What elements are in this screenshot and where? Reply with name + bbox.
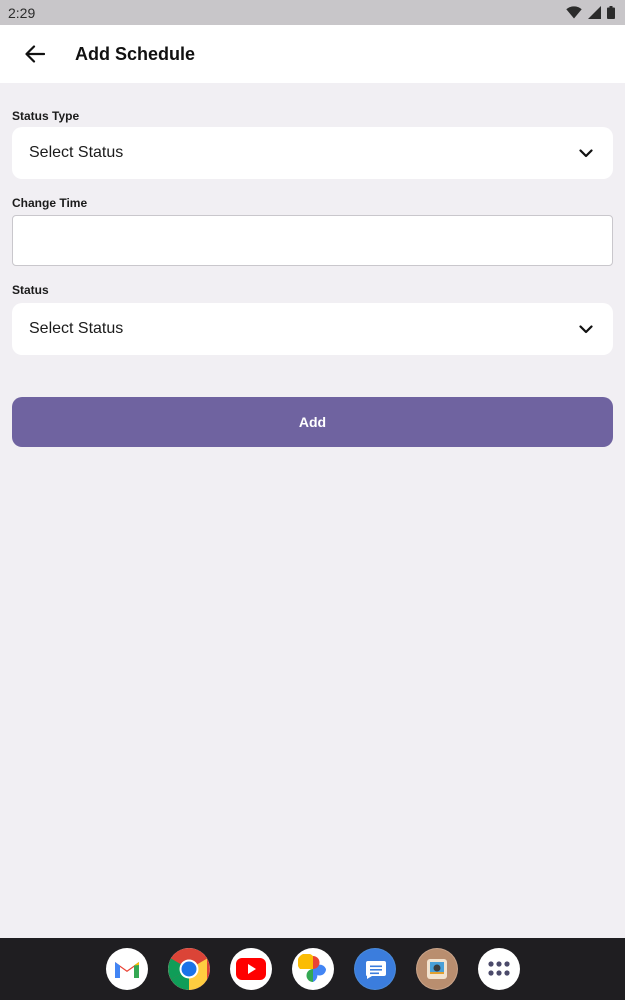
status-type-label: Status Type bbox=[12, 109, 80, 123]
add-button[interactable]: Add bbox=[12, 397, 613, 447]
chevron-down-icon bbox=[579, 324, 593, 333]
change-time-input[interactable] bbox=[12, 215, 613, 266]
status-label: Status bbox=[12, 283, 49, 297]
page-title: Add Schedule bbox=[75, 43, 196, 64]
chrome-icon[interactable] bbox=[167, 948, 210, 990]
status-type-select[interactable]: Select Status bbox=[12, 127, 613, 179]
arrow-left-icon bbox=[25, 45, 45, 63]
app-bar: Add Schedule bbox=[0, 25, 625, 83]
gmail-icon[interactable] bbox=[105, 948, 148, 990]
app-dock bbox=[0, 938, 625, 1000]
back-button[interactable] bbox=[15, 34, 55, 74]
messages-icon[interactable] bbox=[353, 948, 396, 990]
gallery-icon[interactable] bbox=[415, 948, 458, 990]
status-select[interactable]: Select Status bbox=[12, 303, 613, 355]
wifi-icon bbox=[566, 6, 582, 19]
status-type-value: Select Status bbox=[29, 144, 124, 161]
photos-icon[interactable] bbox=[291, 948, 334, 990]
chevron-down-icon bbox=[579, 148, 593, 157]
youtube-icon[interactable] bbox=[229, 948, 272, 990]
app-drawer-icon[interactable] bbox=[477, 948, 520, 990]
status-value: Select Status bbox=[29, 320, 124, 337]
schedule-form: Status Type Select Status Change Time St… bbox=[12, 83, 613, 447]
battery-icon bbox=[607, 6, 615, 19]
status-bar: 2:29 bbox=[0, 0, 625, 25]
signal-icon bbox=[588, 6, 601, 19]
status-time: 2:29 bbox=[8, 4, 36, 21]
status-icons bbox=[566, 6, 615, 19]
change-time-label: Change Time bbox=[12, 196, 88, 210]
